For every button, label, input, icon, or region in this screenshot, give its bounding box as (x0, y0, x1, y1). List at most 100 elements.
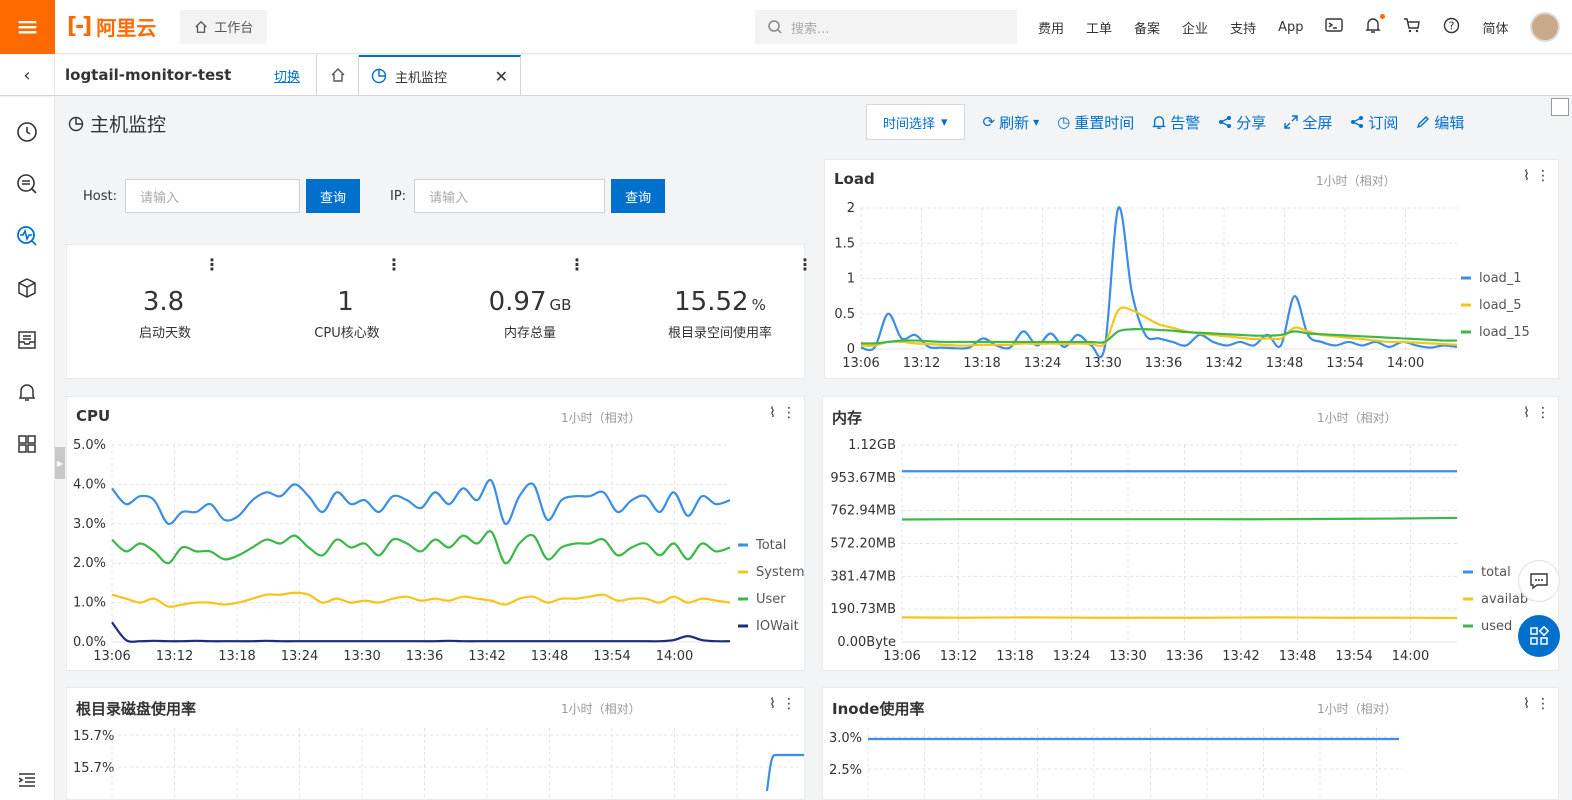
x-tick-label: 13:36 (1166, 649, 1203, 664)
close-tab-icon[interactable]: ✕ (495, 67, 508, 86)
memory-chart: 0.00Byte 190.73MB 381.47MB 572.20MB 762.94MB… (830, 438, 1528, 664)
back-arrow-icon[interactable]: ‹ (0, 55, 55, 95)
load-panel: Load 1小时（相对） ⌇ ⋮ 0 0.5 1 1.5 2 13:06 13:12 13:1… (824, 159, 1559, 379)
user-avatar[interactable] (1530, 12, 1560, 42)
collapse-handle-icon[interactable]: ▶ (55, 447, 65, 479)
search-input[interactable]: 搜索... (755, 10, 1017, 44)
tab-host-monitor[interactable]: 主机监控 ✕ (359, 55, 521, 95)
kpi-label: 内存总量 (503, 326, 556, 341)
top-links: 费用 工单 备案 企业 支持 App ? 简体 (1038, 0, 1509, 54)
home-tab-icon[interactable] (317, 55, 359, 95)
refresh-label: 刷新 (999, 113, 1030, 132)
nav-link-enterprise[interactable]: 企业 (1182, 18, 1208, 37)
memory-panel: 内存 1小时（相对） ⌇ ⋮ 0.00Byte 190.73MB 381.47MB 5… (822, 396, 1559, 671)
tab-bar: ‹ logtail-monitor-test 切换 主机监控 ✕ (0, 55, 1572, 96)
series-line-load_1 (860, 206, 1458, 359)
inbox-icon[interactable] (14, 327, 40, 353)
legend-item: used (1481, 619, 1512, 634)
y-tick-label: 0.00Byte (837, 635, 896, 650)
expand-icon (1284, 115, 1299, 129)
legend-item: total (1481, 565, 1511, 580)
x-tick-label: 13:54 (593, 649, 630, 664)
tab-label: 主机监控 (395, 70, 448, 86)
y-tick-label: 3.0% (829, 731, 862, 746)
subscribe-button[interactable]: 订阅 (1350, 112, 1398, 133)
hamburger-menu-icon[interactable]: ≡ (0, 0, 55, 54)
share-button[interactable]: 分享 (1218, 112, 1266, 133)
more-icon[interactable]: ⋮ (797, 255, 813, 274)
home-icon (195, 20, 207, 33)
edit-button[interactable]: 编辑 (1416, 112, 1464, 133)
nav-link-app[interactable]: App (1278, 20, 1303, 35)
x-tick-label: 13:42 (1205, 356, 1242, 371)
fullscreen-button[interactable]: 全屏 (1284, 112, 1332, 133)
refresh-button[interactable]: ⟳ 刷新 ▾ (983, 112, 1040, 133)
workbench-label: 工作台 (214, 21, 254, 36)
monitor-icon[interactable] (14, 223, 40, 249)
log-search-icon[interactable] (14, 171, 40, 197)
x-tick-label: 14:00 (1387, 356, 1424, 371)
edit-label: 编辑 (1434, 113, 1465, 132)
inode-chart: 3.0% 2.5% (829, 728, 1403, 800)
nav-link-icp[interactable]: 备案 (1134, 18, 1160, 37)
dashboard-icon (371, 68, 387, 84)
cube-icon[interactable] (14, 275, 40, 301)
load-chart: 0 0.5 1 1.5 2 13:06 13:12 13:18 13:24 13:30 13:36 1… (834, 201, 1530, 371)
nav-link-fees[interactable]: 费用 (1038, 18, 1064, 37)
project-name: logtail-monitor-test (65, 66, 232, 84)
kpi-label: 根目录空间使用率 (667, 326, 772, 341)
cart-icon[interactable] (1403, 17, 1421, 37)
series-line-load_15 (860, 327, 1458, 345)
legend-item: Total (755, 538, 786, 553)
ip-query-button[interactable]: 查询 (611, 179, 666, 213)
aliyun-logo[interactable]: [-] 阿里云 (67, 12, 156, 41)
bell-icon[interactable] (1365, 13, 1386, 38)
x-tick-label: 13:24 (1053, 649, 1090, 664)
time-select-dropdown[interactable]: 时间选择 ▾ (866, 104, 965, 140)
host-placeholder: 请输入 (139, 190, 179, 206)
more-icon[interactable]: ⋮ (386, 255, 402, 274)
more-icon[interactable]: ⋮ (569, 255, 585, 274)
nav-link-support[interactable]: 支持 (1230, 18, 1256, 37)
x-tick-label: 13:42 (468, 649, 505, 664)
host-input[interactable]: 请输入 (124, 179, 300, 213)
series-line-used (901, 516, 1458, 521)
project-selector: logtail-monitor-test 切换 (55, 55, 317, 95)
expand-menu-icon[interactable] (14, 767, 40, 793)
corner-checkbox[interactable] (1551, 98, 1569, 116)
workbench-button[interactable]: 工作台 (180, 9, 268, 44)
reset-time-button[interactable]: ◷ 重置时间 (1057, 112, 1134, 133)
x-tick-label: 13:48 (1266, 356, 1303, 371)
clock-icon[interactable] (14, 119, 40, 145)
host-query-button[interactable]: 查询 (305, 179, 360, 213)
x-tick-label: 14:00 (1392, 649, 1429, 664)
y-tick-label: 0 (847, 342, 855, 357)
more-icon[interactable]: ⋮ (204, 255, 220, 274)
feedback-chat-icon[interactable] (1518, 560, 1560, 602)
refresh-icon: ⟳ (982, 113, 996, 131)
alarm-bell-icon[interactable] (14, 379, 40, 405)
x-tick-label: 13:12 (156, 649, 193, 664)
nav-link-tickets[interactable]: 工单 (1086, 18, 1112, 37)
top-navigation-bar: ≡ [-] 阿里云 工作台 搜索... 费用 工单 备案 企业 支持 App ?… (0, 0, 1572, 54)
y-tick-label: 190.73MB (830, 602, 896, 617)
logo-mark-icon: [-] (67, 14, 92, 39)
ip-input[interactable]: 请输入 (414, 179, 606, 213)
disk-usage-panel: 根目录磁盘使用率 1小时（相对） ⌇ ⋮ 15.7% 15.7% (66, 687, 805, 800)
series-line-total (111, 479, 731, 526)
y-tick-label: 5.0% (73, 438, 106, 453)
series-line-user (111, 530, 731, 565)
quick-apps-icon[interactable] (1518, 615, 1560, 657)
help-icon[interactable]: ? (1443, 17, 1460, 38)
y-tick-label: 1.12GB (848, 438, 896, 453)
y-tick-label: 15.7% (73, 761, 114, 776)
switch-project-link[interactable]: 切换 (274, 66, 300, 85)
legend-item: User (756, 592, 786, 607)
legend-item: IOWait (756, 619, 799, 634)
apps-grid-icon[interactable] (14, 431, 40, 457)
language-switch[interactable]: 简体 (1482, 18, 1508, 37)
y-tick-label: 572.20MB (830, 537, 896, 552)
query-row: Host: 请输入 查询 IP: 请输入 查询 (83, 179, 666, 213)
terminal-icon[interactable] (1325, 17, 1344, 37)
alert-button[interactable]: 告警 (1152, 112, 1200, 133)
